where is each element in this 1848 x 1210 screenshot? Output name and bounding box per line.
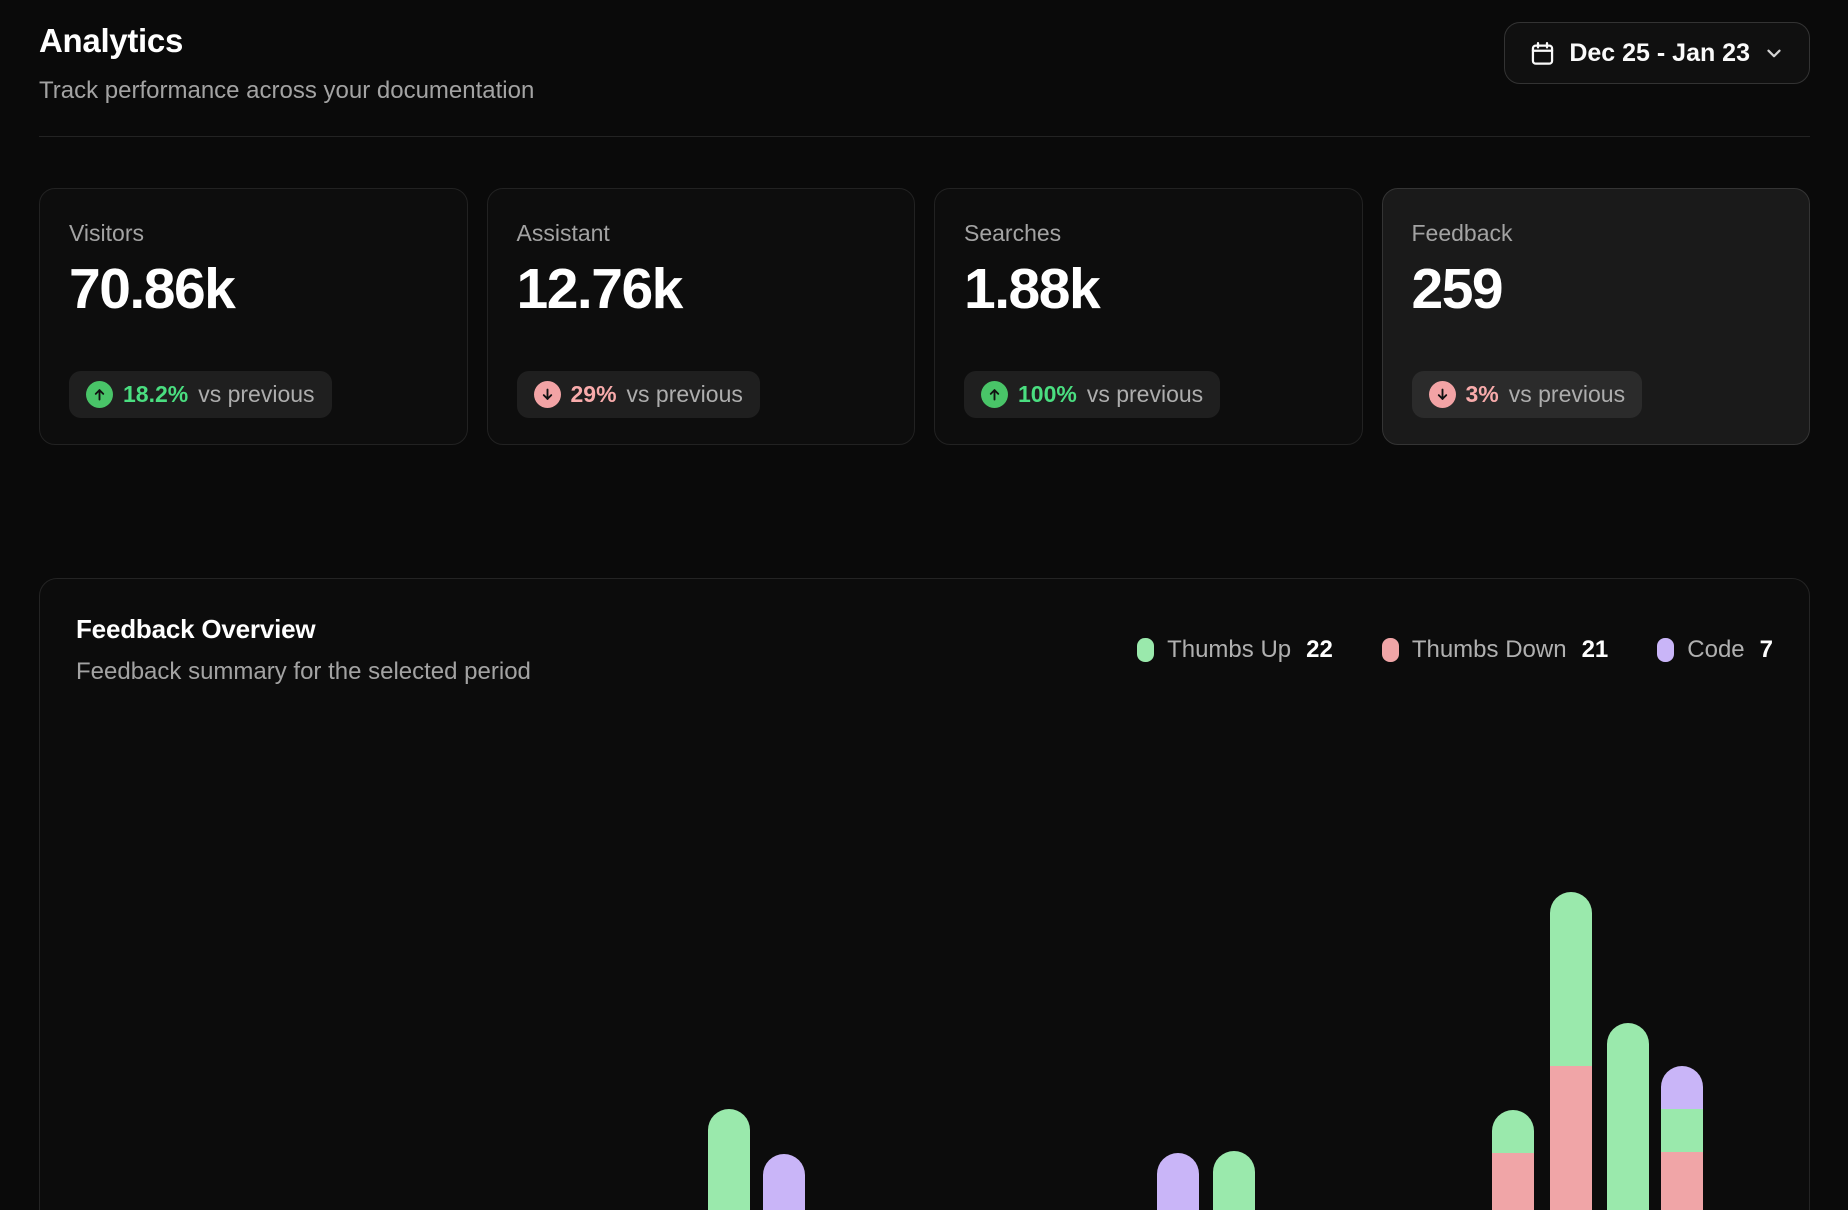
trend-arrow-icon: [981, 381, 1008, 408]
chart-bar[interactable]: [1607, 1023, 1649, 1210]
bar-segment-up: [1607, 1023, 1649, 1210]
chart-subtitle: Feedback summary for the selected period: [76, 658, 531, 686]
page-header-text: Analytics Track performance across your …: [39, 22, 534, 105]
chart-header: Feedback Overview Feedback summary for t…: [76, 614, 1773, 686]
legend-item-thumbs-up[interactable]: Thumbs Up 22: [1137, 636, 1333, 664]
trend-arrow-icon: [1429, 381, 1456, 408]
bar-segment-up: [1213, 1151, 1255, 1210]
chart-bar[interactable]: [1492, 1110, 1534, 1210]
trend-delta: 18.2%: [123, 381, 188, 408]
stat-label: Assistant: [517, 220, 886, 247]
page-header: Analytics Track performance across your …: [39, 22, 1810, 105]
date-range-button[interactable]: Dec 25 - Jan 23: [1504, 22, 1810, 84]
trend-badge: 3% vs previous: [1412, 371, 1643, 418]
legend-item-thumbs-down[interactable]: Thumbs Down 21: [1382, 636, 1608, 664]
stat-value: 70.86k: [69, 256, 438, 322]
stat-label: Searches: [964, 220, 1333, 247]
trend-arrow-icon: [534, 381, 561, 408]
bar-segment-code: [763, 1154, 805, 1210]
bar-segment-up: [708, 1109, 750, 1210]
trend-badge: 100% vs previous: [964, 371, 1220, 418]
header-divider: [39, 136, 1810, 137]
chevron-down-icon: [1763, 42, 1785, 64]
chart-bar[interactable]: [763, 1154, 805, 1210]
trend-delta: 3%: [1466, 381, 1499, 408]
chart-header-text: Feedback Overview Feedback summary for t…: [76, 614, 531, 686]
bar-segment-code: [1661, 1066, 1703, 1109]
chart-bar[interactable]: [1157, 1153, 1199, 1210]
stat-value: 1.88k: [964, 256, 1333, 322]
thumbs-down-swatch-icon: [1382, 638, 1399, 662]
stat-label: Visitors: [69, 220, 438, 247]
bar-segment-down: [1492, 1153, 1534, 1210]
trend-delta: 100%: [1018, 381, 1077, 408]
bar-segment-down: [1661, 1152, 1703, 1210]
trend-suffix: vs previous: [1509, 381, 1625, 408]
bar-segment-up: [1661, 1109, 1703, 1152]
chart-legend: Thumbs Up 22 Thumbs Down 21 Code 7: [1137, 636, 1773, 664]
stat-label: Feedback: [1412, 220, 1781, 247]
bar-segment-down: [1550, 1066, 1592, 1210]
analytics-page: Analytics Track performance across your …: [0, 0, 1848, 1210]
legend-value: 7: [1760, 636, 1773, 664]
stat-card-assistant[interactable]: Assistant 12.76k 29% vs previous: [487, 188, 916, 445]
stat-card-searches[interactable]: Searches 1.88k 100% vs previous: [934, 188, 1363, 445]
chart-bar[interactable]: [1550, 892, 1592, 1210]
thumbs-up-swatch-icon: [1137, 638, 1154, 662]
calendar-icon: [1529, 40, 1556, 67]
chart-bar[interactable]: [708, 1109, 750, 1210]
trend-delta: 29%: [571, 381, 617, 408]
stat-card-feedback[interactable]: Feedback 259 3% vs previous: [1382, 188, 1811, 445]
trend-suffix: vs previous: [1087, 381, 1203, 408]
bar-segment-code: [1157, 1153, 1199, 1210]
trend-suffix: vs previous: [627, 381, 743, 408]
trend-badge: 29% vs previous: [517, 371, 760, 418]
trend-arrow-icon: [86, 381, 113, 408]
legend-label: Code: [1687, 636, 1744, 664]
stat-card-visitors[interactable]: Visitors 70.86k 18.2% vs previous: [39, 188, 468, 445]
stats-row: Visitors 70.86k 18.2% vs previous Assist…: [39, 188, 1810, 445]
page-title: Analytics: [39, 22, 534, 60]
code-swatch-icon: [1657, 638, 1674, 662]
legend-label: Thumbs Up: [1167, 636, 1291, 664]
legend-value: 21: [1582, 636, 1609, 664]
legend-label: Thumbs Down: [1412, 636, 1567, 664]
trend-suffix: vs previous: [198, 381, 314, 408]
chart-title: Feedback Overview: [76, 614, 531, 645]
legend-value: 22: [1306, 636, 1333, 664]
bar-segment-up: [1550, 892, 1592, 1066]
date-range-label: Dec 25 - Jan 23: [1569, 39, 1750, 68]
bar-segment-up: [1492, 1110, 1534, 1153]
legend-item-code[interactable]: Code 7: [1657, 636, 1773, 664]
page-subtitle: Track performance across your documentat…: [39, 77, 534, 105]
trend-badge: 18.2% vs previous: [69, 371, 332, 418]
feedback-overview-card: Feedback Overview Feedback summary for t…: [39, 578, 1810, 1210]
stat-value: 12.76k: [517, 256, 886, 322]
stat-value: 259: [1412, 256, 1781, 322]
chart-bar[interactable]: [1661, 1066, 1703, 1210]
chart-bar[interactable]: [1213, 1151, 1255, 1210]
